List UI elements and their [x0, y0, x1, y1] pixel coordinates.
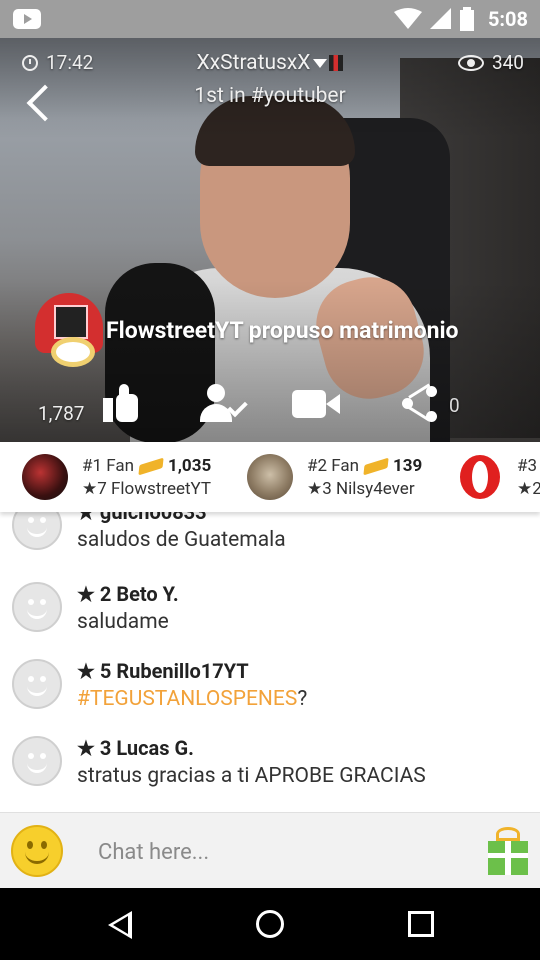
- chat-username[interactable]: ★ 5 Rubenillo17YT: [77, 659, 249, 683]
- thumbs-up-icon: [103, 398, 113, 422]
- emoji-mouth: [25, 851, 49, 864]
- gold-bar-icon: [363, 457, 389, 476]
- chat-input-bar: [0, 812, 540, 889]
- share-count: 0: [449, 394, 460, 417]
- avatar-mouth: [27, 760, 47, 773]
- fan-coins: 139: [393, 456, 423, 476]
- chat-list[interactable]: ★ guicho0833 saludos de Guatemala ★ 2 Be…: [0, 512, 540, 812]
- chat-input[interactable]: [96, 835, 470, 869]
- smiley-avatar-icon: [12, 582, 62, 632]
- eye-icon: [457, 54, 484, 71]
- avatar-eye: [40, 676, 46, 682]
- fan-rank: #3: [517, 456, 538, 476]
- fan-3[interactable]: #3 ★2: [457, 454, 540, 500]
- fan-avatar: [457, 454, 503, 500]
- proposer-avatar: [54, 305, 88, 339]
- avatar-mouth: [27, 606, 47, 619]
- smiley-avatar-icon: [12, 736, 62, 786]
- user-check-icon: [207, 384, 225, 402]
- chat-message: ★ 3 Lucas G. stratus gracias a ti APROBE…: [0, 736, 540, 812]
- chat-message: ★ 2 Beto Y. saludame: [0, 582, 540, 659]
- chevron-down-icon: [313, 58, 328, 68]
- chat-username[interactable]: ★ 2 Beto Y.: [77, 582, 179, 606]
- stream-rank: 1st in #youtuber: [194, 84, 346, 108]
- share-button[interactable]: [402, 383, 438, 424]
- proposal-event-text: FlowstreetYT propuso matrimonio: [106, 317, 459, 344]
- chat-text: saludame: [77, 610, 169, 634]
- flag-icon: [329, 55, 344, 72]
- emoji-button[interactable]: [11, 825, 63, 877]
- fan-user: ★3 Nilsy4ever: [307, 479, 415, 499]
- opera-logo-icon: [460, 455, 500, 499]
- live-video[interactable]: 17:42 XxStratusxX 1st in #youtuber 340 F…: [0, 38, 540, 442]
- status-bar: 5:08: [0, 0, 540, 38]
- proposal-badge: [35, 293, 105, 367]
- hashtag-link[interactable]: #TEGUSTANLOSPENES: [77, 687, 297, 711]
- fan-rank-label: #2 Fan: [307, 456, 359, 476]
- avatar-eye: [40, 517, 46, 523]
- chat-text: #TEGUSTANLOSPENES?: [77, 687, 307, 711]
- fan-user: ★7 FlowstreetYT: [82, 479, 212, 499]
- chat-username[interactable]: ★ 3 Lucas G.: [77, 736, 194, 760]
- smiley-avatar-icon: [12, 512, 62, 550]
- smiley-avatar-icon: [12, 659, 62, 709]
- avatar-mouth: [27, 683, 47, 696]
- nav-back-icon[interactable]: [108, 911, 132, 939]
- avatar-eye: [28, 599, 34, 605]
- avatar-eye: [28, 517, 34, 523]
- avatar-eye: [28, 676, 34, 682]
- video-camera-button[interactable]: [292, 384, 340, 424]
- fan-avatar: [247, 454, 293, 500]
- gift-ribbon: [505, 841, 511, 875]
- share-icon-node: [426, 386, 437, 397]
- avatar-eye: [40, 599, 46, 605]
- avatar-mouth: [27, 524, 47, 537]
- chat-text: saludos de Guatemala: [77, 528, 286, 552]
- chat-username[interactable]: ★ guicho0833: [77, 512, 207, 524]
- chat-message: ★ guicho0833 saludos de Guatemala: [0, 512, 540, 577]
- wifi-icon: [393, 8, 422, 29]
- emoji-eye: [27, 841, 33, 849]
- emoji-eye: [41, 841, 47, 849]
- video-camera-icon-part: [326, 394, 340, 414]
- battery-icon: [459, 7, 474, 31]
- top-fans-bar: #1 Fan 1,035 ★7 FlowstreetYT #2 Fan 139 ★3…: [0, 442, 540, 512]
- thumbs-up-icon-part: [116, 394, 138, 422]
- gift-ribbon: [488, 853, 528, 858]
- fan-1[interactable]: #1 Fan 1,035 ★7 FlowstreetYT: [22, 454, 232, 500]
- status-icons: 5:08: [393, 0, 528, 38]
- thumbs-up-icon-part: [119, 384, 129, 398]
- viewer-count: 340: [457, 51, 524, 74]
- like-count: 1,787: [38, 402, 85, 425]
- like-button[interactable]: [103, 384, 139, 424]
- user-check-icon-part: [200, 404, 232, 422]
- follow-button[interactable]: [200, 384, 248, 424]
- avatar-eye: [28, 753, 34, 759]
- navigation-bar: [0, 888, 540, 960]
- viewer-count-value: 340: [491, 51, 524, 74]
- avatar-eye: [40, 753, 46, 759]
- youtube-icon: [13, 9, 41, 29]
- fan-rank-label: #1 Fan: [82, 456, 134, 476]
- signal-icon: [429, 8, 451, 29]
- nav-home-icon[interactable]: [256, 910, 284, 938]
- chat-message: ★ 5 Rubenillo17YT #TEGUSTANLOSPENES?: [0, 659, 540, 736]
- fan-user: ★2: [517, 479, 540, 499]
- chat-text: stratus gracias a ti APROBE GRACIAS: [77, 764, 426, 788]
- fan-2[interactable]: #2 Fan 139 ★3 Nilsy4ever: [247, 454, 447, 500]
- clock-time: 5:08: [487, 7, 528, 31]
- nav-recents-icon[interactable]: [408, 911, 434, 937]
- gift-button[interactable]: [488, 825, 528, 875]
- gift-icon: [496, 827, 520, 841]
- gold-bar-icon: [138, 457, 164, 476]
- fan-coins: 1,035: [168, 456, 212, 476]
- chat-text-suffix: ?: [297, 687, 308, 711]
- fan-avatar: [22, 454, 68, 500]
- streamer-name-text: XxStratusxX: [196, 51, 311, 75]
- video-camera-icon: [292, 390, 326, 418]
- fan-rank: #2 Fan 139: [307, 456, 422, 476]
- ring-icon: [51, 337, 95, 367]
- fan-rank: #1 Fan 1,035: [82, 456, 211, 476]
